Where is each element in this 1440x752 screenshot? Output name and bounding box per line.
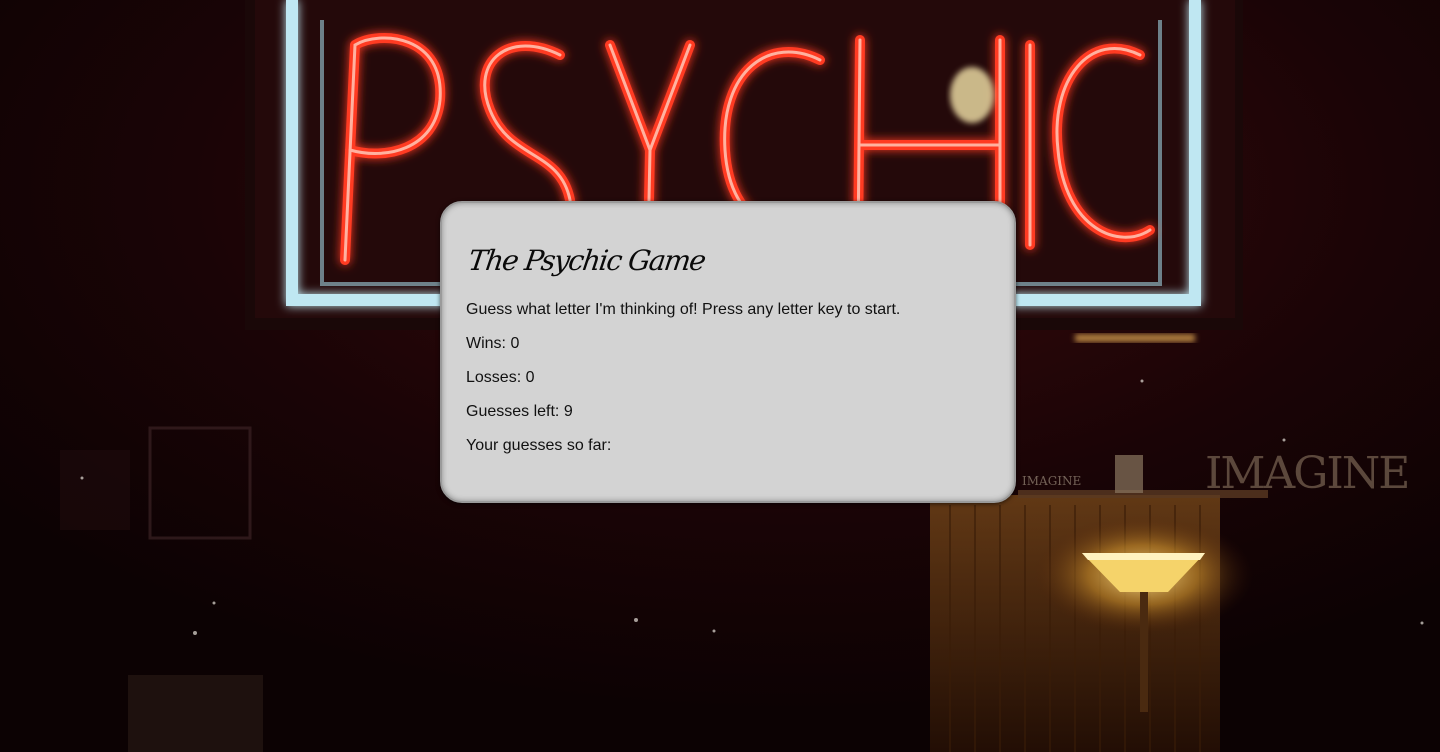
wins-line: Wins: 0 bbox=[466, 335, 990, 353]
guesses-so-far-label: Your guesses so far: bbox=[466, 437, 612, 454]
shop-sign: IMAGINE bbox=[1205, 448, 1408, 499]
wins-label: Wins: bbox=[466, 335, 511, 352]
losses-line: Losses: 0 bbox=[466, 369, 990, 387]
guesses-so-far-line: Your guesses so far: bbox=[466, 437, 990, 455]
guesses-left-count: 9 bbox=[563, 403, 573, 420]
losses-count: 0 bbox=[525, 369, 535, 386]
guesses-left-line: Guesses left: 9 bbox=[466, 403, 990, 421]
instructions-text: Guess what letter I'm thinking of! Press… bbox=[466, 301, 901, 318]
wins-count: 0 bbox=[510, 335, 520, 352]
guesses-left-label: Guesses left: bbox=[466, 403, 564, 420]
losses-label: Losses: bbox=[466, 369, 526, 386]
small-shop-sign: IMAGINE bbox=[1022, 474, 1081, 488]
game-title: The Psychic Game bbox=[466, 244, 707, 277]
game-panel: The Psychic Game Guess what letter I'm t… bbox=[440, 201, 1016, 503]
